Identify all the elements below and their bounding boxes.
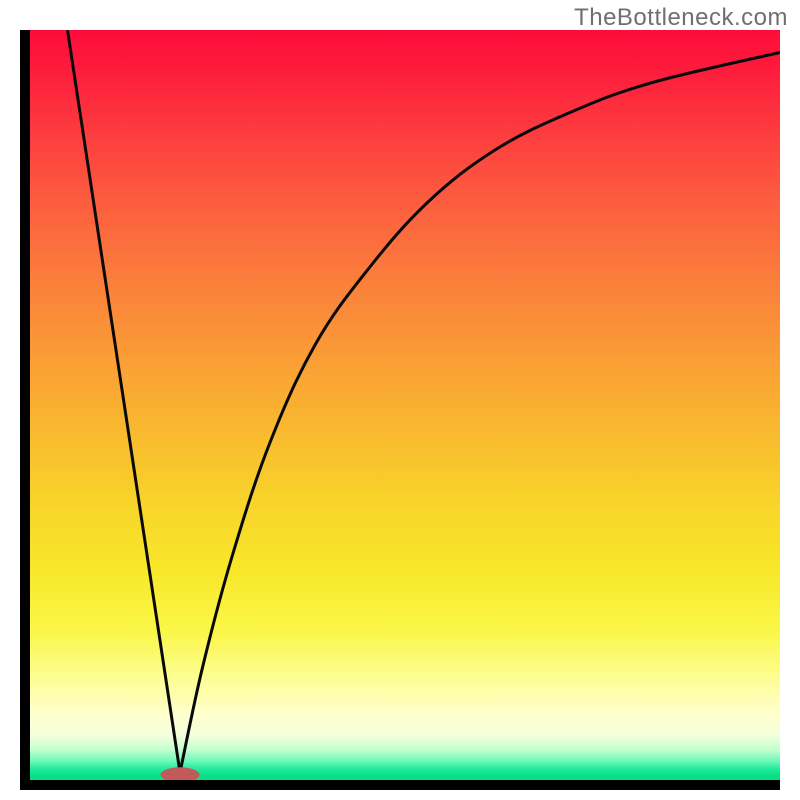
chart-frame: TheBottleneck.com (0, 0, 800, 800)
curve-layer (30, 30, 780, 780)
plot-border (20, 30, 780, 790)
curve-left-branch (68, 30, 181, 773)
curve-right-branch (180, 53, 780, 773)
plot-area (30, 30, 780, 780)
watermark-text: TheBottleneck.com (574, 4, 788, 32)
valley-marker (161, 767, 200, 780)
